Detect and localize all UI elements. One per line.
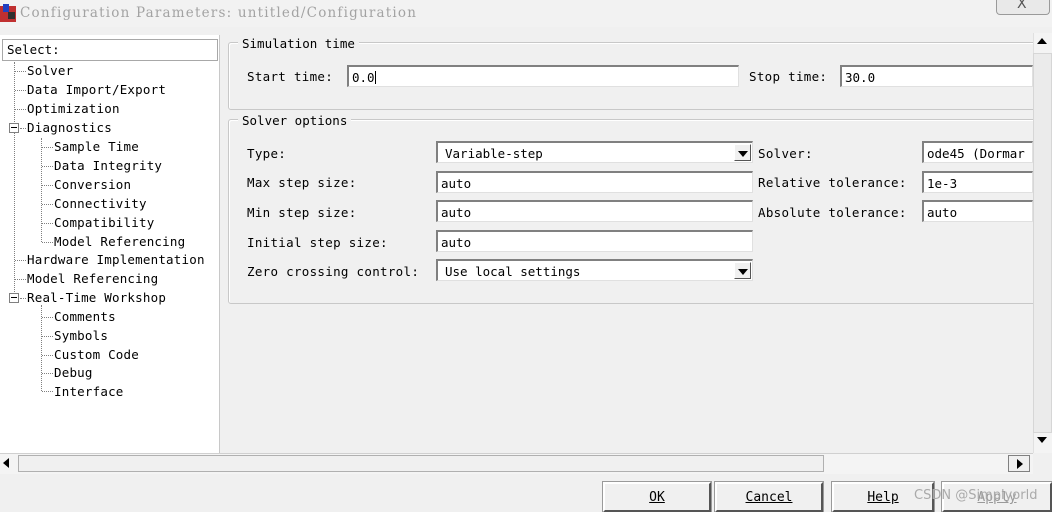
cancel-button[interactable]: Cancel [714, 481, 824, 512]
min-step-size-input[interactable]: auto [436, 200, 753, 222]
min-step-size-label: Min step size: [247, 205, 357, 220]
tree-line [15, 90, 26, 91]
absolute-tolerance-input[interactable]: auto [922, 200, 1033, 222]
tree-item-debug[interactable]: Debug [54, 365, 93, 380]
tree-select-header: Select: [2, 39, 218, 61]
tree-item-interface[interactable]: Interface [54, 384, 124, 399]
tree-item-hardware-implementation[interactable]: Hardware Implementation [27, 252, 205, 267]
solver-dropdown[interactable]: ode45 (Dormar [922, 141, 1033, 163]
scroll-left-icon[interactable] [3, 458, 9, 468]
initial-step-size-label: Initial step size: [247, 235, 388, 250]
scroll-down-icon[interactable] [1037, 437, 1047, 443]
tree-item-sample-time[interactable]: Sample Time [54, 139, 139, 154]
tree-item-model-referencing[interactable]: Model Referencing [27, 271, 158, 286]
watermark: CSDN @Simplyorld [914, 488, 1038, 503]
zero-crossing-dropdown[interactable]: Use local settings [436, 259, 753, 281]
collapse-icon[interactable] [9, 293, 19, 303]
scroll-right-button[interactable] [1008, 455, 1030, 472]
tree-line [42, 223, 53, 224]
tree-item-connectivity[interactable]: Connectivity [54, 196, 147, 211]
start-time-value: 0.0 [352, 70, 375, 85]
type-dropdown[interactable]: Variable-step [436, 141, 753, 163]
scroll-up-icon[interactable] [1037, 38, 1047, 44]
max-step-size-label: Max step size: [247, 175, 357, 190]
tree-line [14, 62, 15, 298]
absolute-tolerance-label: Absolute tolerance: [758, 205, 907, 220]
tree-line [42, 166, 53, 167]
tree-item-custom-code[interactable]: Custom Code [54, 347, 139, 362]
start-time-input[interactable]: 0.0 [347, 65, 739, 87]
text-caret [374, 71, 376, 84]
tree-line [15, 109, 26, 110]
zero-crossing-value: Use local settings [445, 264, 581, 279]
initial-step-size-input[interactable]: auto [436, 230, 753, 252]
tree-item-conversion[interactable]: Conversion [54, 177, 131, 192]
solver-options-title: Solver options [238, 113, 352, 128]
relative-tolerance-label: Relative tolerance: [758, 175, 907, 190]
tree-item-optimization[interactable]: Optimization [27, 101, 120, 116]
tree-line [42, 355, 53, 356]
tree-line [15, 260, 26, 261]
tree-line [15, 279, 26, 280]
chevron-down-icon[interactable] [734, 262, 751, 279]
type-label: Type: [247, 146, 287, 161]
start-time-label: Start time: [247, 69, 334, 84]
tree-line [42, 391, 53, 392]
tree-item-diag-model-referencing[interactable]: Model Referencing [54, 234, 185, 249]
close-icon: X [1017, 0, 1027, 12]
tree-line [20, 128, 26, 129]
close-button[interactable]: X [996, 0, 1050, 15]
tree-line [42, 185, 53, 186]
tree-line [42, 242, 53, 243]
scroll-right-icon [1017, 459, 1023, 469]
type-value: Variable-step [445, 146, 543, 161]
tree-item-solver[interactable]: Solver [27, 63, 73, 78]
vertical-scroll-thumb[interactable] [1033, 53, 1052, 433]
ok-button[interactable]: OK [602, 481, 712, 512]
tree-line [42, 373, 53, 374]
tree-item-data-integrity[interactable]: Data Integrity [54, 158, 162, 173]
stop-time-input[interactable]: 30.0 [840, 65, 1033, 87]
tree-line [20, 298, 26, 299]
simulation-time-title: Simulation time [238, 36, 359, 51]
help-label: Help [867, 490, 899, 505]
stop-time-label: Stop time: [749, 69, 828, 84]
select-label: Select: [7, 42, 60, 57]
collapse-icon[interactable] [9, 123, 19, 133]
tree-line [42, 317, 53, 318]
tree-item-compatibility[interactable]: Compatibility [54, 215, 154, 230]
tree-item-symbols[interactable]: Symbols [54, 328, 108, 343]
zero-crossing-label: Zero crossing control: [247, 264, 420, 279]
cancel-label: Cancel [745, 490, 793, 505]
relative-tolerance-input[interactable]: 1e-3 [922, 171, 1033, 193]
tree-item-comments[interactable]: Comments [54, 309, 116, 324]
max-step-size-input[interactable]: auto [436, 171, 753, 193]
window-title: Configuration Parameters: untitled/Confi… [20, 5, 418, 21]
tree-line [41, 138, 42, 242]
tree-item-real-time-workshop[interactable]: Real-Time Workshop [27, 290, 166, 305]
tree-line [42, 204, 53, 205]
tree-line [15, 71, 26, 72]
tree-item-data-import-export[interactable]: Data Import/Export [27, 82, 166, 97]
chevron-down-icon[interactable] [734, 144, 751, 161]
ok-label: OK [649, 490, 665, 505]
simulink-app-icon [0, 4, 16, 22]
tree-line [42, 147, 53, 148]
tree-line [42, 336, 53, 337]
horizontal-scroll-thumb[interactable] [18, 455, 824, 472]
solver-label: Solver: [758, 146, 813, 161]
tree-item-diagnostics[interactable]: Diagnostics [27, 120, 112, 135]
